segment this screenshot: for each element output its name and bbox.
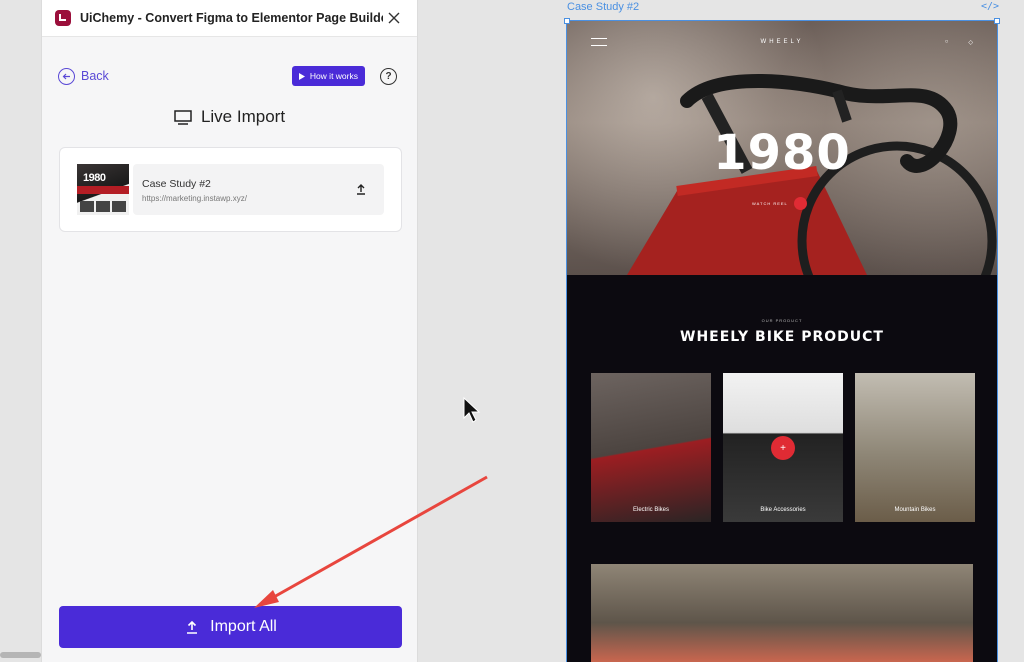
thumbnail-tile [112, 201, 126, 212]
how-it-works-button[interactable]: How it works [291, 66, 365, 86]
product-grid: Electric Bikes + Bike Accessories Mounta… [591, 373, 975, 522]
thumbnail-text: 1980 [83, 172, 106, 184]
plugin-title: UiChemy - Convert Figma to Elementor Pag… [80, 11, 383, 25]
product-card: Electric Bikes [591, 373, 711, 522]
thumbnail-tile [96, 201, 110, 212]
cart-icon: ◇ [968, 39, 973, 46]
hero-year: 1980 [713, 125, 851, 181]
import-page-button[interactable] [354, 182, 368, 196]
uichemy-logo-icon [55, 10, 71, 26]
plugin-panel: UiChemy - Convert Figma to Elementor Pag… [41, 0, 418, 662]
resize-handle[interactable] [564, 18, 570, 24]
thumbnail-tile [80, 201, 94, 212]
import-all-label: Import All [210, 618, 277, 635]
back-button[interactable]: Back [58, 67, 109, 85]
close-button[interactable] [383, 7, 405, 29]
product-card: + Bike Accessories [723, 373, 843, 522]
import-card: 1980 Case Study #2 https://marketing.ins… [59, 147, 402, 232]
card-title: Case Study #2 [142, 178, 211, 190]
section-title: WHEELY BIKE PRODUCT [680, 329, 884, 345]
card-details: Case Study #2 https://marketing.instawp.… [133, 164, 384, 215]
brand-logo: WHEELY [760, 39, 804, 45]
back-label: Back [81, 69, 109, 83]
horizontal-scrollbar[interactable] [0, 652, 41, 658]
hero-section: WHEELY ○ ◇ 1980 WATCH REEL [567, 21, 997, 275]
product-label: Mountain Bikes [894, 507, 936, 513]
code-icon[interactable]: </> [981, 1, 999, 12]
page-thumbnail: 1980 [77, 164, 129, 215]
thumbnail-bike [77, 186, 129, 194]
user-icon: ○ [944, 38, 949, 45]
cyclist-photo [591, 564, 973, 662]
product-label: Electric Bikes [632, 507, 669, 513]
plus-icon: + [771, 436, 795, 460]
product-label: Bike Accessories [760, 507, 806, 513]
plugin-titlebar: UiChemy - Convert Figma to Elementor Pag… [42, 0, 417, 37]
nav-icons: ○ ◇ [945, 39, 973, 46]
hero-nav: WHEELY ○ ◇ [591, 36, 973, 48]
import-all-button[interactable]: Import All [59, 606, 402, 648]
play-dot-icon [793, 197, 807, 210]
upload-icon [357, 184, 365, 195]
design-frame[interactable]: WHEELY ○ ◇ 1980 WATCH REEL OUR PRODUCT W… [566, 20, 998, 662]
watch-reel: WATCH REEL [752, 197, 807, 210]
close-icon [388, 12, 400, 24]
heading-text: Live Import [200, 107, 286, 126]
menu-icon [591, 38, 607, 46]
product-card: Mountain Bikes [855, 373, 975, 522]
how-it-works-label: How it works [309, 71, 358, 81]
watch-reel-label: WATCH REEL [752, 201, 788, 206]
help-button[interactable]: ? [380, 67, 397, 85]
nav-row: Back How it works ? [58, 63, 397, 89]
play-icon [298, 72, 305, 80]
upload-icon [187, 620, 198, 634]
mouse-cursor-icon [463, 396, 481, 423]
frame-label[interactable]: Case Study #2 [567, 1, 639, 13]
monitor-icon [174, 109, 192, 125]
section-tag: OUR PRODUCT [761, 318, 803, 323]
live-import-heading: Live Import [42, 107, 417, 127]
card-url: https://marketing.instawp.xyz/ [142, 194, 247, 203]
resize-handle[interactable] [994, 18, 1000, 24]
arrow-left-icon [58, 67, 75, 85]
